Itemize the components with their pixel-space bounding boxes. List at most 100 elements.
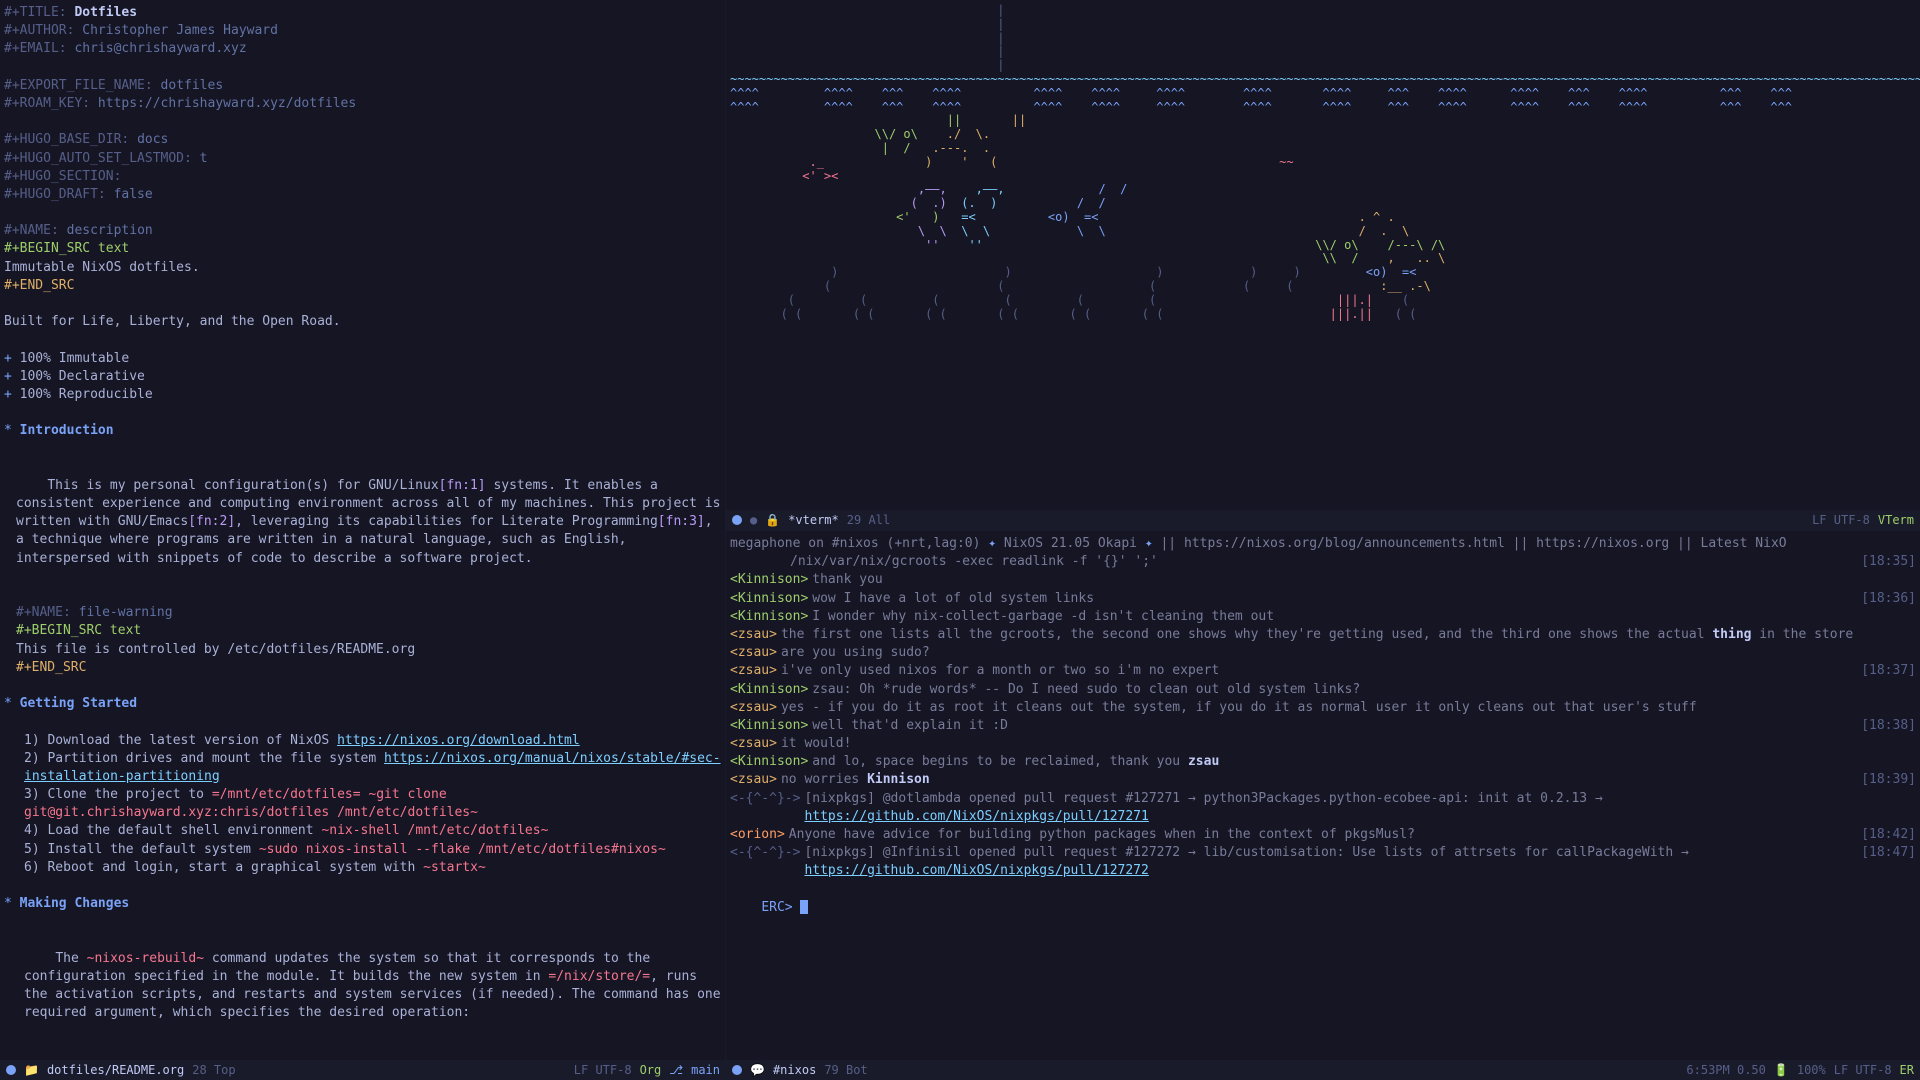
irc-message-line: <zsau>yes - if you do it as root it clea…: [730, 699, 1916, 717]
clock: 6:53PM 0.50: [1686, 1062, 1765, 1079]
org-gs-step-4: 4) Load the default shell environment ~n…: [4, 822, 721, 840]
modeline-state-icon: [732, 515, 742, 525]
irc-link[interactable]: https://github.com/NixOS/nixpkgs/pull/12…: [804, 809, 1148, 824]
org-tagline: Built for Life, Liberty, and the Open Ro…: [4, 313, 721, 331]
org-hugo-lastmod-key: #+HUGO_AUTO_SET_LASTMOD:: [4, 151, 192, 166]
irc-mode: ER: [1900, 1062, 1914, 1079]
irc-nick: <zsau>: [730, 662, 777, 680]
irc-nick: <Kinnison>: [730, 717, 808, 735]
irc-topic-continuation: /nix/var/nix/gcroots -exec readlink -f '…: [730, 553, 1853, 571]
footnote-2[interactable]: [fn:2]: [188, 514, 235, 529]
irc-modeline: 💬 #nixos 79 Bot 6:53PM 0.50 🔋 100% LF UT…: [726, 1060, 1920, 1080]
org-author-value: Christopher James Hayward: [82, 23, 278, 38]
irc-nick: <orion>: [730, 826, 785, 844]
org-hugo-base-key: #+HUGO_BASE_DIR:: [4, 132, 129, 147]
irc-timestamp: [18:35]: [1853, 553, 1916, 571]
org-heading-star: *: [4, 423, 12, 438]
irc-pane[interactable]: megaphone on #nixos (+nrt,lag:0) ✦ NixOS…: [726, 530, 1920, 1060]
irc-timestamp: [18:39]: [1853, 771, 1916, 789]
bullet-icon: +: [4, 387, 12, 402]
org-end-src-2: #+END_SRC: [16, 660, 86, 675]
vterm-pane[interactable]: | | | | | ~~~~~~~~~~~~~~~~~~~~~~~~~~~~~~…: [726, 0, 1920, 530]
irc-nick: <zsau>: [730, 699, 777, 717]
irc-message-text: i've only used nixos for a month or two …: [777, 662, 1853, 680]
irc-message-text: it would!: [777, 735, 1916, 753]
org-name-fw-key: #+NAME:: [16, 605, 71, 620]
git-branch[interactable]: main: [691, 1062, 720, 1079]
org-end-src: #+END_SRC: [4, 278, 74, 293]
irc-buffer-name[interactable]: #nixos: [773, 1062, 816, 1079]
org-begin-src-text: #+BEGIN_SRC text: [4, 241, 129, 256]
org-heading-getting-started[interactable]: Getting Started: [20, 696, 137, 711]
irc-message-text: and lo, space begins to be reclaimed, th…: [808, 753, 1916, 771]
org-roam-key: #+ROAM_KEY:: [4, 96, 90, 111]
vterm-position: 29 All: [847, 512, 890, 529]
battery-icon: 🔋: [1774, 1062, 1789, 1079]
vterm-encoding: LF UTF-8: [1812, 512, 1870, 529]
irc-cursor: [800, 900, 808, 914]
irc-nick: <Kinnison>: [730, 571, 808, 589]
irc-message-text: no worries Kinnison: [777, 771, 1853, 789]
editor-position: 28 Top: [192, 1062, 235, 1079]
footnote-3[interactable]: [fn:3]: [658, 514, 705, 529]
footnote-1[interactable]: [fn:1]: [439, 478, 486, 493]
org-begin-src-text-2: #+BEGIN_SRC text: [16, 623, 141, 638]
bullet-icon: +: [4, 369, 12, 384]
org-title-key: #+TITLE:: [4, 5, 67, 20]
irc-nick: <zsau>: [730, 626, 777, 644]
editor-encoding: LF UTF-8: [574, 1062, 632, 1079]
org-heading-intro[interactable]: Introduction: [20, 423, 114, 438]
irc-nick: <zsau>: [730, 644, 777, 662]
editor-mode: Org: [640, 1062, 662, 1079]
org-gs-step-3: 3) Clone the project to =/mnt/etc/dotfil…: [4, 786, 721, 822]
org-hugo-base-value: docs: [137, 132, 168, 147]
irc-message-line: <Kinnison>well that'd explain it :D[18:3…: [730, 717, 1916, 735]
irc-prompt: ERC>: [761, 900, 800, 915]
irc-message-line: <Kinnison>I wonder why nix-collect-garba…: [730, 608, 1916, 626]
org-export-value: dotfiles: [161, 78, 224, 93]
editor-buffer-name[interactable]: dotfiles/README.org: [47, 1062, 184, 1079]
irc-link[interactable]: https://github.com/NixOS/nixpkgs/pull/12…: [804, 863, 1148, 878]
irc-input-line[interactable]: ERC>: [730, 881, 1916, 936]
irc-nick: <-{^-^}->: [730, 790, 800, 826]
irc-message-line: <Kinnison>zsau: Oh *rude words* -- Do I …: [730, 681, 1916, 699]
org-heading-making-changes[interactable]: Making Changes: [20, 896, 130, 911]
org-export-key: #+EXPORT_FILE_NAME:: [4, 78, 153, 93]
irc-message-text: yes - if you do it as root it cleans out…: [777, 699, 1916, 717]
org-fw-body: This file is controlled by /etc/dotfiles…: [4, 641, 721, 659]
irc-message-text: zsau: Oh *rude words* -- Do I need sudo …: [808, 681, 1916, 699]
git-branch-icon: ⎇: [669, 1062, 683, 1079]
battery-pct: 100%: [1797, 1062, 1826, 1079]
editor-modeline: 📁 dotfiles/README.org 28 Top LF UTF-8 Or…: [0, 1060, 726, 1080]
org-name-desc-key: #+NAME:: [4, 223, 59, 238]
irc-timestamp: [18:37]: [1853, 662, 1916, 680]
irc-message-text: well that'd explain it :D: [808, 717, 1853, 735]
org-roam-value: https://chrishayward.xyz/dotfiles: [98, 96, 356, 111]
irc-nick: <zsau>: [730, 771, 777, 789]
org-bullet-3: 100% Reproducible: [20, 387, 153, 402]
nixos-download-link[interactable]: https://nixos.org/download.html: [337, 733, 580, 748]
vterm-mode: VTerm: [1878, 512, 1914, 529]
org-gs-step-6: 6) Reboot and login, start a graphical s…: [4, 859, 721, 877]
modeline-state-icon: [732, 1065, 742, 1075]
chat-icon: 💬: [750, 1062, 765, 1079]
org-name-desc-value: description: [67, 223, 153, 238]
irc-message-text: Anyone have advice for building python p…: [785, 826, 1853, 844]
irc-message-line: <zsau>i've only used nixos for a month o…: [730, 662, 1916, 680]
org-hugo-draft-value: false: [114, 187, 153, 202]
editor-pane-left[interactable]: #+TITLE: Dotfiles #+AUTHOR: Christopher …: [0, 0, 726, 1060]
irc-topic: megaphone on #nixos (+nrt,lag:0) ✦ NixOS…: [730, 535, 1916, 553]
irc-message-text: [nixpkgs] @Infinisil opened pull request…: [800, 844, 1853, 880]
irc-nick: <Kinnison>: [730, 753, 808, 771]
bullet-icon: +: [4, 351, 12, 366]
irc-message-line: <-{^-^}->[nixpkgs] @dotlambda opened pul…: [730, 790, 1916, 826]
irc-timestamp: [18:47]: [1853, 844, 1916, 880]
irc-timestamp: [18:38]: [1853, 717, 1916, 735]
irc-message-line: <orion>Anyone have advice for building p…: [730, 826, 1916, 844]
folder-icon: 📁: [24, 1062, 39, 1079]
modeline-modified-icon: ●: [750, 512, 757, 529]
vterm-modeline: ● 🔒 *vterm* 29 All LF UTF-8 VTerm: [726, 510, 1920, 530]
irc-nick: <zsau>: [730, 735, 777, 753]
modeline-state-icon: [6, 1065, 16, 1075]
irc-message-line: <zsau>no worries Kinnison[18:39]: [730, 771, 1916, 789]
